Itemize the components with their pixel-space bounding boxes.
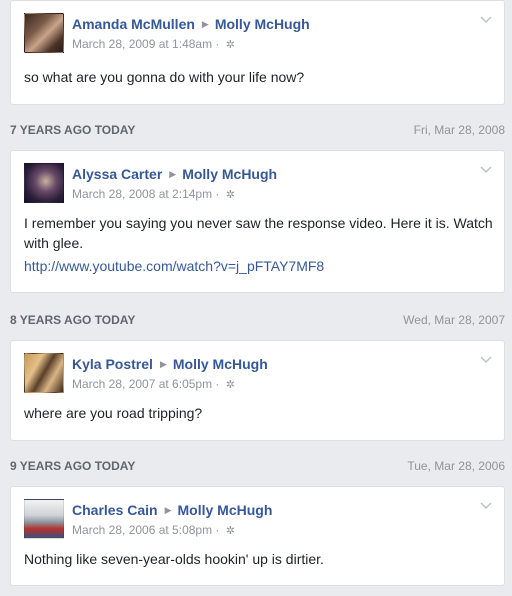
- post-text: so what are you gonna do with your life …: [24, 69, 305, 85]
- timestamp[interactable]: March 28, 2006 at 5:08pm: [72, 523, 212, 537]
- post-header: Kyla Postrel ▶ Molly McHugh: [72, 356, 268, 372]
- author-link[interactable]: Charles Cain: [72, 502, 158, 518]
- section-header: 9 YEARS AGO TODAY Tue, Mar 28, 2006: [10, 456, 505, 476]
- avatar[interactable]: [24, 163, 64, 203]
- section-header: 7 YEARS AGO TODAY Fri, Mar 28, 2008: [10, 120, 505, 140]
- author-link[interactable]: Kyla Postrel: [72, 356, 153, 372]
- triangle-right-icon: ▶: [169, 169, 177, 179]
- timestamp[interactable]: March 28, 2008 at 2:14pm: [72, 187, 212, 201]
- triangle-right-icon: ▶: [159, 359, 167, 369]
- section-date: Fri, Mar 28, 2008: [413, 123, 505, 137]
- post-meta: March 28, 2007 at 6:05pm · ✲: [72, 377, 235, 391]
- gear-icon[interactable]: ✲: [226, 189, 235, 201]
- post-link[interactable]: http://www.youtube.com/watch?v=j_pFTAY7M…: [24, 258, 324, 274]
- avatar[interactable]: [24, 499, 64, 539]
- post-card: Kyla Postrel ▶ Molly McHugh March 28, 2007…: [10, 340, 505, 441]
- avatar[interactable]: [24, 13, 64, 53]
- target-link[interactable]: Molly McHugh: [173, 356, 268, 372]
- post-header: Charles Cain ▶ Molly McHugh: [72, 502, 272, 518]
- post-header: Alyssa Carter ▶ Molly McHugh: [72, 166, 277, 182]
- timestamp[interactable]: March 28, 2007 at 6:05pm: [72, 377, 212, 391]
- target-link[interactable]: Molly McHugh: [178, 502, 273, 518]
- post-meta: March 28, 2009 at 1:48am · ✲: [72, 37, 235, 51]
- triangle-right-icon: ▶: [201, 19, 209, 29]
- post-card: Amanda McMullen ▶ Molly McHugh March 28, 2…: [10, 0, 505, 105]
- section-header: 8 YEARS AGO TODAY Wed, Mar 28, 2007: [10, 310, 505, 330]
- post-text: Nothing like seven-year-olds hookin' up …: [24, 551, 324, 567]
- target-link[interactable]: Molly McHugh: [182, 166, 277, 182]
- chevron-down-icon[interactable]: [478, 161, 494, 177]
- years-ago-label: 8 YEARS AGO TODAY: [10, 313, 136, 327]
- author-link[interactable]: Alyssa Carter: [72, 166, 162, 182]
- chevron-down-icon[interactable]: [478, 351, 494, 367]
- author-link[interactable]: Amanda McMullen: [72, 16, 195, 32]
- section-date: Tue, Mar 28, 2006: [407, 459, 505, 473]
- years-ago-label: 7 YEARS AGO TODAY: [10, 123, 136, 137]
- section-date: Wed, Mar 28, 2007: [403, 313, 505, 327]
- gear-icon[interactable]: ✲: [226, 525, 235, 537]
- post-card: Charles Cain ▶ Molly McHugh March 28, 2006…: [10, 486, 505, 586]
- post-text: where are you road tripping?: [24, 405, 203, 421]
- timestamp[interactable]: March 28, 2009 at 1:48am: [72, 37, 212, 51]
- post-meta: March 28, 2008 at 2:14pm · ✲: [72, 187, 235, 201]
- post-header: Amanda McMullen ▶ Molly McHugh: [72, 16, 310, 32]
- post-card: Alyssa Carter ▶ Molly McHugh March 28, 200…: [10, 150, 505, 293]
- gear-icon[interactable]: ✲: [226, 39, 235, 51]
- chevron-down-icon[interactable]: [478, 11, 494, 27]
- post-meta: March 28, 2006 at 5:08pm · ✲: [72, 523, 235, 537]
- triangle-right-icon: ▶: [164, 505, 172, 515]
- avatar[interactable]: [24, 353, 64, 393]
- gear-icon[interactable]: ✲: [226, 379, 235, 391]
- years-ago-label: 9 YEARS AGO TODAY: [10, 459, 136, 473]
- post-text: I remember you saying you never saw the …: [24, 215, 493, 251]
- chevron-down-icon[interactable]: [478, 497, 494, 513]
- target-link[interactable]: Molly McHugh: [215, 16, 310, 32]
